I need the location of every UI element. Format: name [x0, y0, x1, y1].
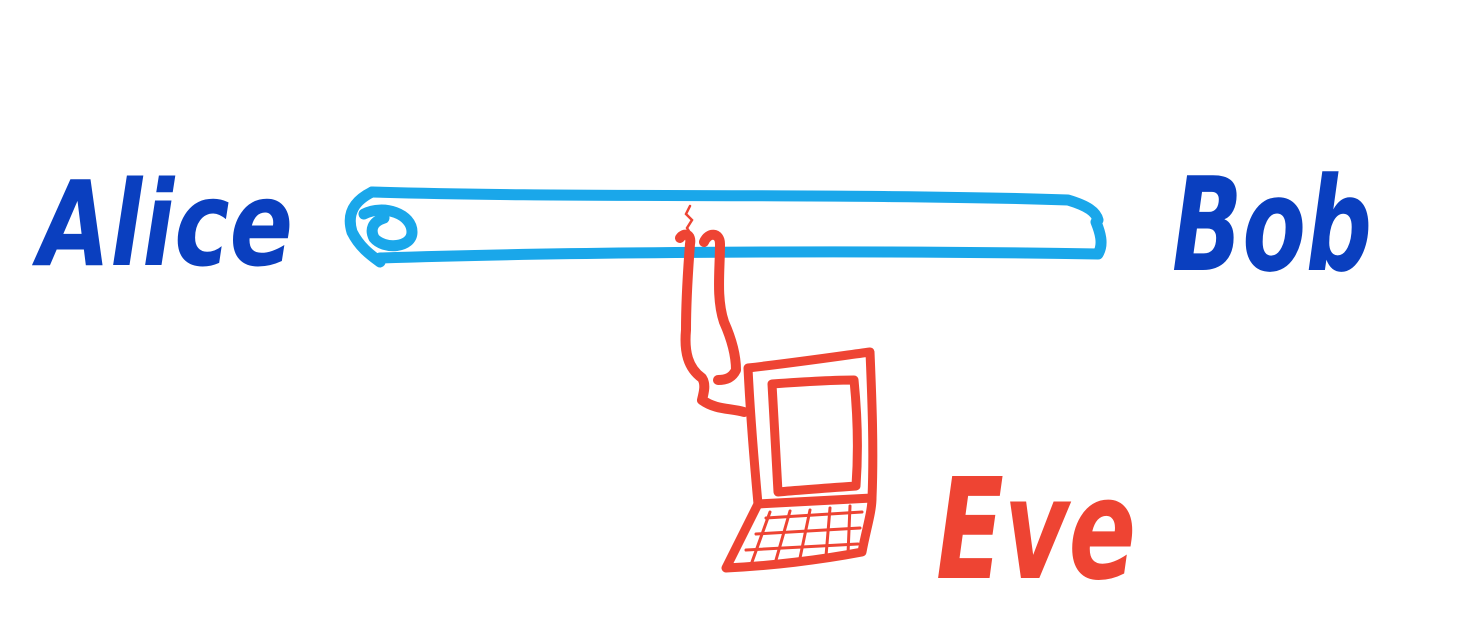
keyboard-row-2 — [754, 526, 862, 536]
alice-label: Alice — [32, 155, 293, 293]
laptop-screen-inner — [767, 375, 862, 497]
wiretap-cable-icon — [675, 229, 749, 417]
eve-label: Eve — [936, 449, 1136, 612]
pipe-icon — [344, 186, 1107, 268]
cable-left-strand — [675, 229, 749, 417]
bob-label: Bob — [1172, 149, 1372, 301]
pipe-opening — [358, 204, 418, 252]
keyboard-col-5 — [846, 504, 852, 556]
eavesdropping-diagram: Alice Bob Eve — [32, 149, 1372, 612]
pipe-top-edge — [366, 186, 1104, 226]
pipe-bottom-edge — [374, 216, 1107, 264]
keyboard-row-1 — [764, 510, 864, 520]
laptop-icon — [721, 347, 878, 573]
